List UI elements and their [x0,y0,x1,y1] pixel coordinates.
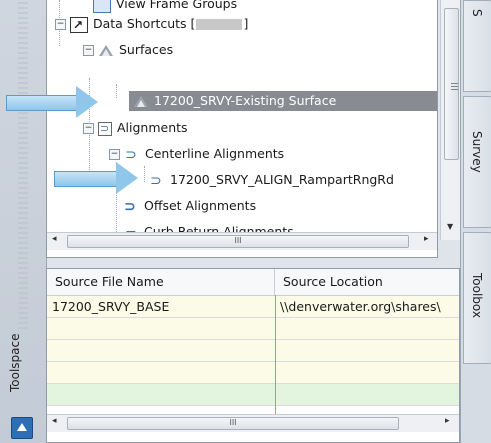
tab-label: S [470,9,484,17]
cell-source-location: \\denverwater.org\shares\ [280,299,441,314]
redacted-block [196,19,243,30]
scrollbar-grip: III [229,418,237,427]
tab-label: Survey [470,131,484,173]
callout-arrow-head [76,86,98,118]
tree-item-label: Alignments [117,120,188,135]
tree-clip: Curb Return Alignments [47,218,439,233]
tree-item-curb-return-alignments[interactable]: Curb Return Alignments [123,222,294,233]
scroll-right-icon[interactable]: ▸ [445,416,450,426]
offset-alignment-icon [123,197,139,217]
alignments-icon [98,119,112,139]
scrollbar-thumb[interactable]: III [67,235,409,248]
tab-settings[interactable]: S [463,0,491,92]
tree-item-existing-surface[interactable]: 17200_SRVY-Existing Surface [129,91,437,111]
shortcut-icon [70,15,88,35]
surfaces-icon [98,44,114,58]
tree-horizontal-scrollbar[interactable]: ◂ III ▸ [47,232,437,250]
tree-item-alignments[interactable]: − Alignments [83,118,188,139]
column-header-source-location[interactable]: Source Location [275,269,459,295]
collapse-toggle-icon[interactable]: − [55,19,66,30]
toolspace-grip[interactable] [18,2,28,332]
scroll-down-icon[interactable]: ▼ [447,222,453,231]
tree-item-label: 17200_SRVY_ALIGN_RampartRngRd [170,172,394,187]
callout-arrow-body [54,171,118,187]
table-row[interactable]: 17200_SRVY_BASE \\denverwater.org\shares… [47,296,459,318]
table-row [47,318,459,340]
collapse-toggle-icon[interactable]: − [109,149,120,160]
cell-source-file: 17200_SRVY_BASE [52,299,170,314]
tree-item-label: Centerline Alignments [145,146,285,161]
tree-item-offset-alignments[interactable]: Offset Alignments [123,196,257,217]
scroll-left-icon[interactable]: ◂ [52,416,57,426]
tab-survey[interactable]: Survey [463,96,491,228]
prospector-tree: View Frame Groups − Data Shortcuts [] − Su… [46,0,438,258]
tree-item-surfaces[interactable]: − Surfaces [83,40,173,60]
tab-label: Toolbox [470,273,484,318]
tree-line [144,166,145,182]
collapse-toggle-icon[interactable]: − [83,123,94,134]
table-row [47,340,459,362]
tree-item-view-frame-groups[interactable]: View Frame Groups [93,0,237,14]
tree-item-label: Data Shortcuts [ [93,16,196,31]
scrollbar-thumb[interactable]: III [67,417,399,430]
callout-arrow-head [116,162,138,194]
tree-item-centerline-alignments[interactable]: − Centerline Alignments [109,144,285,165]
centerline-alignment-icon [124,145,140,165]
toolspace-tab-strip: S Survey Toolbox [460,0,491,443]
tree-item-label: 17200_SRVY-Existing Surface [154,93,337,108]
surface-icon [133,95,149,109]
toolspace-label: Toolspace [8,333,22,392]
scroll-left-icon[interactable]: ◂ [52,234,57,244]
table-row [47,384,459,406]
tree-item-label: Offset Alignments [144,198,257,213]
tree-item-label: Curb Return Alignments [144,224,294,232]
data-shortcut-table: Source File Name Source Location 17200_S… [46,268,460,443]
alignment-icon [149,171,165,191]
tree-item-label: Surfaces [119,42,174,57]
scroll-right-icon[interactable]: ▸ [424,234,429,244]
table-horizontal-scrollbar[interactable]: ◂ III ▸ [47,414,459,432]
callout-arrow [54,162,138,194]
column-divider [275,295,276,415]
autocad-menu-icon[interactable] [11,417,33,439]
frame-group-icon [93,0,111,13]
tree-item-label-suffix: ] [243,16,249,31]
callout-arrow-body [6,95,78,111]
tab-toolbox[interactable]: Toolbox [463,232,491,364]
tree-item-label: View Frame Groups [116,0,238,11]
table-row [47,362,459,384]
table-header: Source File Name Source Location [47,269,459,296]
scrollbar-grip-icon [451,83,458,91]
toolspace-strip: Toolspace [0,0,47,443]
column-header-source-file[interactable]: Source File Name [47,269,275,295]
scrollbar-thumb[interactable] [444,8,459,160]
tree-vertical-scrollbar[interactable]: ▼ [440,0,461,240]
scrollbar-grip: III [234,236,242,245]
callout-arrow [6,86,98,118]
collapse-toggle-icon[interactable]: − [83,45,94,56]
tree-line [116,84,117,98]
tree-item-alignment-rampart[interactable]: 17200_SRVY_ALIGN_RampartRngRd [149,170,394,191]
tree-item-data-shortcuts[interactable]: − Data Shortcuts [] [55,14,249,35]
